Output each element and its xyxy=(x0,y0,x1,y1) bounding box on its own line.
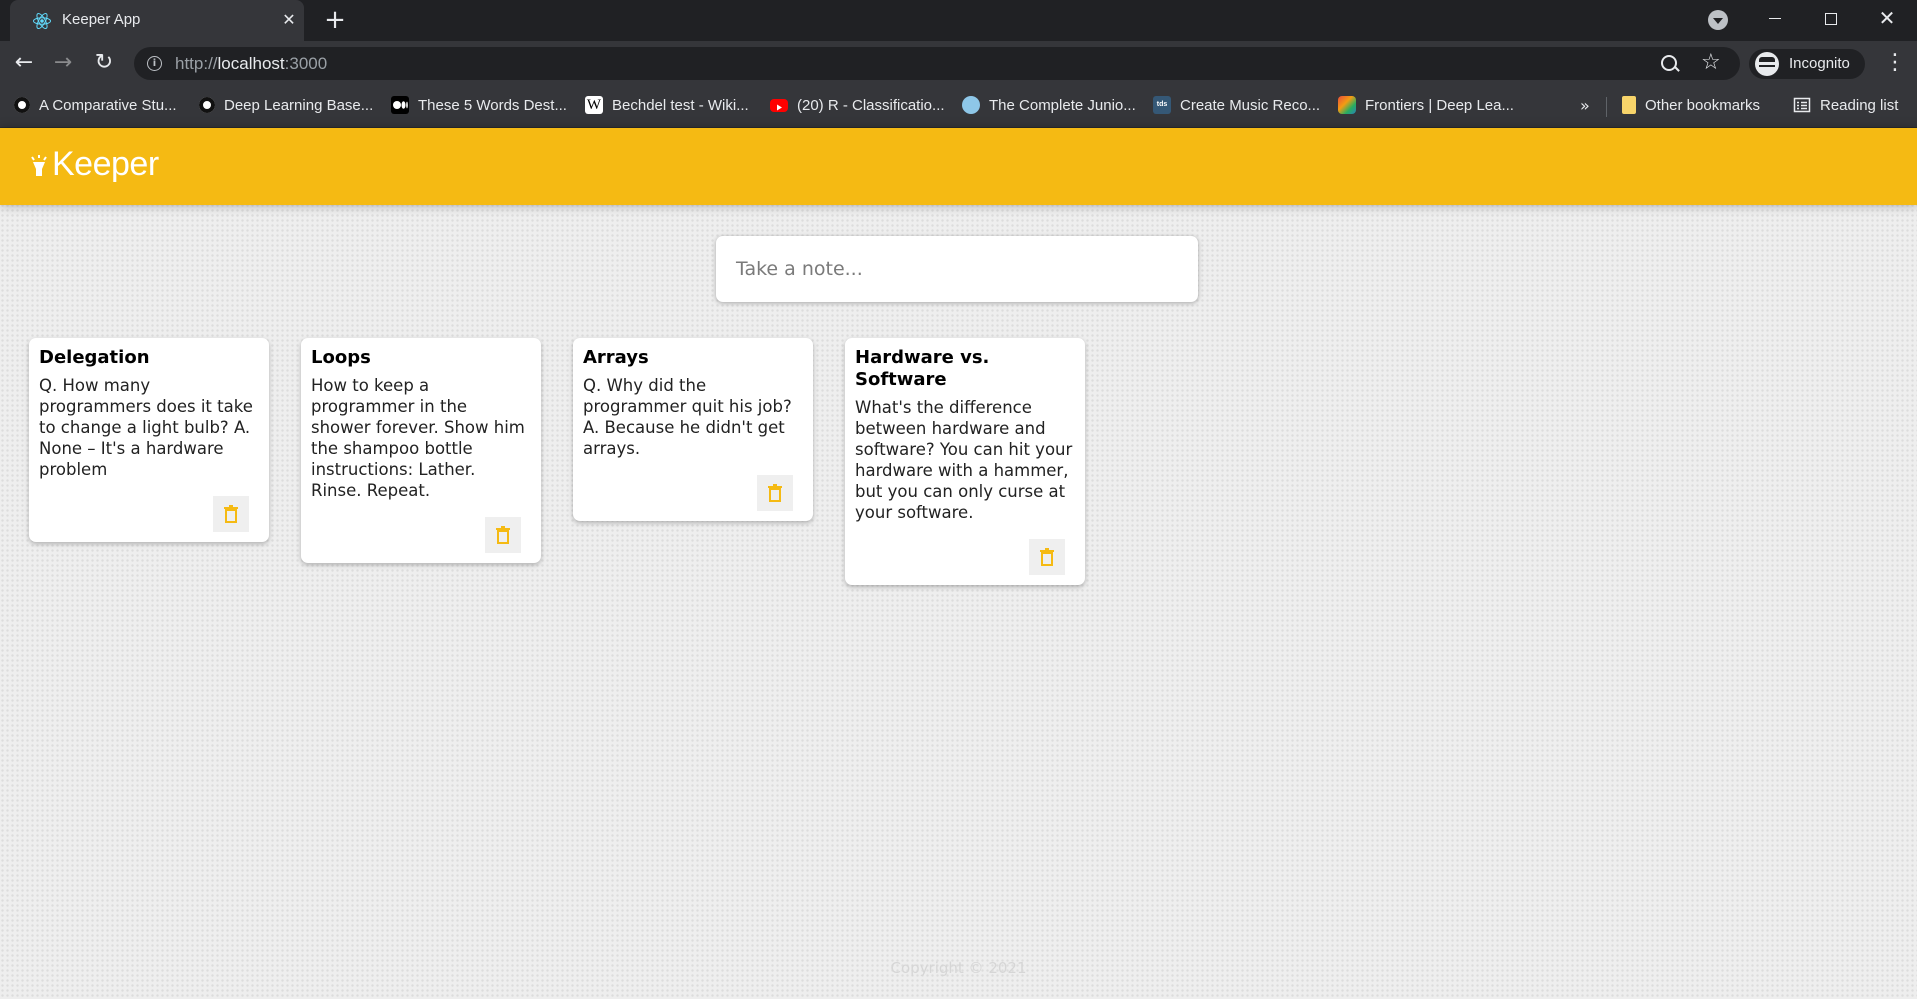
bookmark-label: Deep Learning Base... xyxy=(224,97,374,114)
delete-note-button[interactable] xyxy=(757,475,793,511)
youtube-icon xyxy=(770,98,788,112)
bookmark-label: The Complete Junio... xyxy=(989,97,1136,114)
bookmark-item[interactable]: Frontiers | Deep Lea... xyxy=(1338,95,1514,117)
incognito-icon xyxy=(1755,52,1779,76)
trash-icon xyxy=(1040,548,1054,566)
note-title: Hardware vs. Software xyxy=(855,347,990,390)
note-card: Delegation Q. How many programmers does … xyxy=(29,338,269,542)
bookmark-item[interactable]: tds Create Music Reco... xyxy=(1153,95,1320,117)
trash-icon xyxy=(768,484,782,502)
keeper-page: Keeper Take a note... Delegation Q. How … xyxy=(0,128,1917,999)
note-title: Delegation xyxy=(39,347,150,368)
other-bookmarks[interactable]: Other bookmarks xyxy=(1622,95,1760,117)
delete-note-button[interactable] xyxy=(485,517,521,553)
trash-icon xyxy=(224,505,238,523)
bookmark-star-icon[interactable]: ☆ xyxy=(1701,50,1721,75)
bookmark-label: (20) R - Classificatio... xyxy=(797,97,945,114)
openai-icon xyxy=(14,97,30,114)
url-text[interactable]: http://localhost:3000 xyxy=(175,54,327,74)
wikipedia-icon: W xyxy=(585,96,603,115)
url-port: :3000 xyxy=(284,54,328,73)
bookmark-item[interactable]: The Complete Junio... xyxy=(962,95,1136,117)
bookmark-item[interactable]: Deep Learning Base... xyxy=(199,95,373,117)
note-card: Arrays Q. Why did the programmer quit hi… xyxy=(573,338,813,521)
delete-note-button[interactable] xyxy=(213,496,249,532)
kebab-menu-icon[interactable]: ⋮ xyxy=(1884,50,1906,76)
more-bookmarks-icon[interactable]: » xyxy=(1580,95,1590,117)
bookmarks-divider xyxy=(1606,97,1607,117)
bookmark-item[interactable]: (20) R - Classificatio... xyxy=(770,95,945,117)
new-tab-button[interactable]: + xyxy=(322,7,348,34)
trash-icon xyxy=(496,526,510,544)
tab-title: Keeper App xyxy=(62,11,141,28)
browser-tab[interactable]: Keeper App ✕ xyxy=(10,0,304,41)
other-bookmarks-label: Other bookmarks xyxy=(1645,97,1761,114)
frontiers-icon xyxy=(1338,96,1356,115)
bookmark-label: These 5 Words Dest... xyxy=(418,97,567,114)
bookmark-label: Create Music Reco... xyxy=(1180,97,1321,114)
bookmark-label: Bechdel test - Wiki... xyxy=(612,97,749,114)
minimize-button[interactable] xyxy=(1747,0,1803,41)
zoom-icon[interactable] xyxy=(1661,55,1677,71)
reading-list[interactable]: Reading list xyxy=(1793,95,1898,117)
footer-copyright: Copyright © 2021 xyxy=(890,959,1027,977)
react-icon xyxy=(33,12,51,30)
reload-icon[interactable]: ↻ xyxy=(89,49,119,79)
medium-icon xyxy=(391,96,409,115)
note-card: Loops How to keep a programmer in the sh… xyxy=(301,338,541,563)
cloud-icon xyxy=(962,96,980,115)
note-title: Loops xyxy=(311,347,371,368)
delete-note-button[interactable] xyxy=(1029,539,1065,575)
openai-icon xyxy=(199,97,215,114)
browser-toolbar: ← → ↻ i http://localhost:3000 ☆ Incognit… xyxy=(0,41,1917,86)
address-bar[interactable]: i http://localhost:3000 ☆ xyxy=(134,47,1740,80)
tds-icon: tds xyxy=(1153,96,1171,115)
note-title: Arrays xyxy=(583,347,649,368)
tab-search-icon[interactable] xyxy=(1708,10,1728,30)
forward-arrow-icon[interactable]: → xyxy=(48,49,78,79)
close-tab-icon[interactable]: ✕ xyxy=(278,9,300,31)
incognito-profile-button[interactable]: Incognito xyxy=(1749,49,1865,79)
url-scheme: http:// xyxy=(175,54,218,73)
bookmark-label: Frontiers | Deep Lea... xyxy=(1365,97,1514,114)
bookmark-item[interactable]: These 5 Words Dest... xyxy=(391,95,567,117)
incognito-label: Incognito xyxy=(1789,55,1850,72)
back-arrow-icon[interactable]: ← xyxy=(9,49,39,79)
browser-tab-bar: Keeper App ✕ + ✕ xyxy=(0,0,1917,41)
url-host: localhost xyxy=(217,54,285,73)
app-logo: Keeper xyxy=(52,145,159,183)
app-header: Keeper xyxy=(0,128,1917,205)
close-window-button[interactable]: ✕ xyxy=(1859,0,1915,41)
reading-list-label: Reading list xyxy=(1820,97,1899,114)
bookmarks-bar: A Comparative Stu... Deep Learning Base.… xyxy=(0,86,1917,128)
bookmark-label: A Comparative Stu... xyxy=(39,97,177,114)
bookmark-item[interactable]: A Comparative Stu... xyxy=(14,95,177,117)
note-card: Hardware vs. Software What's the differe… xyxy=(845,338,1085,585)
bookmark-item[interactable]: W Bechdel test - Wiki... xyxy=(585,95,749,117)
restore-button[interactable] xyxy=(1803,0,1859,41)
take-note-input[interactable]: Take a note... xyxy=(716,236,1198,302)
info-icon[interactable]: i xyxy=(147,56,162,71)
lightbulb-icon xyxy=(31,155,47,176)
folder-icon xyxy=(1622,96,1636,115)
reading-list-icon xyxy=(1793,96,1811,114)
